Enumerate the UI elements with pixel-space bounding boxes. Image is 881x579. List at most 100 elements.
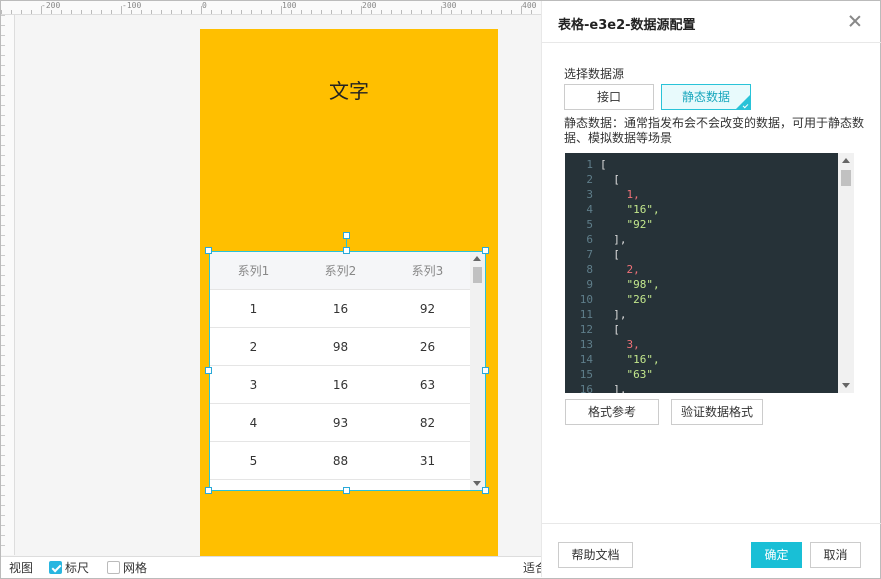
ruler-toggle[interactable]: 标尺 [49,560,89,576]
ruler-mark [1,195,5,196]
ruler-mark [291,10,292,14]
ruler-tick: -100 [122,1,142,10]
ruler-mark [1,25,5,26]
code-line: 5 "92" [565,217,653,232]
ruler-mark [1,525,5,526]
ruler-mark [81,10,82,14]
ruler-mark [1,445,5,446]
resize-handle-se[interactable] [482,487,489,494]
ruler-mark [281,6,282,14]
confirm-button[interactable]: 确定 [751,542,802,568]
ruler-mark [51,10,52,14]
scroll-thumb[interactable] [841,170,851,186]
ruler-mark [1,125,5,126]
line-number: 9 [586,278,593,291]
source-label: 选择数据源 [564,67,625,81]
ruler-checkbox[interactable] [49,561,62,574]
ruler-mark [61,10,62,14]
ruler-mark [1,465,5,466]
line-number: 14 [579,353,593,366]
grid-checkbox[interactable] [107,561,120,574]
code-text: [ [600,173,620,186]
ruler-mark [361,6,362,14]
ruler-mark [1,495,5,496]
code-text: 3, [600,338,640,351]
resize-handle-s[interactable] [343,487,350,494]
ruler-mark [1,365,5,366]
line-number: 11 [579,308,593,321]
rotate-handle[interactable] [343,232,350,239]
source-static-button[interactable]: 静态数据 [661,84,751,110]
validate-format-button[interactable]: 验证数据格式 [671,399,763,425]
code-line: 8 2, [565,262,639,277]
table-row: 1 16 92 [210,290,471,328]
cancel-button[interactable]: 取消 [810,542,861,568]
ruler-tick: 0 [202,1,207,10]
resize-handle-n[interactable] [343,247,350,254]
ruler-mark [1,435,5,436]
canvas-text-element[interactable]: 文字 [200,75,498,104]
ruler-mark [201,6,202,14]
resize-handle-nw[interactable] [205,247,212,254]
source-api-button[interactable]: 接口 [564,84,654,110]
resize-handle-ne[interactable] [482,247,489,254]
ruler-mark [491,10,492,14]
code-line: 16 ], [565,382,627,393]
datasource-panel: 表格-e3e2-数据源配置 选择数据源 接口 静态数据 静态数据：通常指发布会不… [541,1,881,577]
table-cell: 4 [249,416,258,430]
table-cell: 1 [249,302,258,316]
ruler-mark [1,215,5,216]
ruler-label: 标尺 [65,561,90,575]
ruler-mark [1,85,5,86]
table-widget[interactable]: 系列1 系列2 系列3 1 16 92 2 98 26 3 16 63 4 93… [209,251,486,491]
table-cell: 16 [332,302,349,316]
scroll-up-icon[interactable] [473,256,481,261]
scroll-down-icon[interactable] [842,383,850,388]
format-reference-button[interactable]: 格式参考 [565,399,659,425]
ruler-mark [1,305,5,306]
line-number: 5 [586,218,593,231]
ruler-tick: 200 [362,1,377,10]
code-text: "98", [600,278,660,291]
ruler-mark [451,10,452,14]
code-line: 3 1, [565,187,639,202]
ruler-mark [1,415,5,416]
scroll-thumb[interactable] [473,267,482,283]
resize-handle-w[interactable] [205,367,212,374]
ruler-mark [431,10,432,14]
ruler-mark [1,475,5,476]
ruler-mark [1,545,5,546]
ruler-mark [131,10,132,14]
json-code-editor[interactable]: 1[2 [3 1, 4 "16", 5 "92" 6 ], 7 [8 2, 9 "98",… [565,153,854,393]
resize-handle-e[interactable] [482,367,489,374]
ruler-tick: 300 [442,1,457,10]
line-number: 10 [579,293,593,306]
grid-toggle[interactable]: 网格 [107,560,147,576]
table-header: 系列1 系列2 系列3 [210,252,471,290]
code-text: ], [600,383,627,393]
code-line: 9 "98", [565,277,660,292]
close-icon[interactable] [849,15,861,27]
help-docs-button[interactable]: 帮助文档 [558,542,633,568]
ruler-mark [91,10,92,14]
table-row: 5 88 31 [210,442,471,480]
ruler-mark [331,10,332,14]
ruler-mark [1,135,5,136]
ruler-mark [101,10,102,14]
ruler-mark [321,10,322,14]
code-text: [ [600,248,620,261]
ruler-mark [31,10,32,14]
ruler-mark [1,455,5,456]
ruler-mark [1,55,5,56]
table-cell: 3 [249,378,258,392]
ruler-mark [11,10,12,14]
code-text: "16", [600,203,660,216]
fit-button[interactable]: 适合 [523,560,541,576]
ruler-mark [121,6,122,14]
resize-handle-sw[interactable] [205,487,212,494]
code-scrollbar[interactable] [838,153,854,393]
scroll-up-icon[interactable] [842,158,850,163]
ruler-mark [1,265,5,266]
ruler-mark [141,10,142,14]
scroll-down-icon[interactable] [473,481,481,486]
